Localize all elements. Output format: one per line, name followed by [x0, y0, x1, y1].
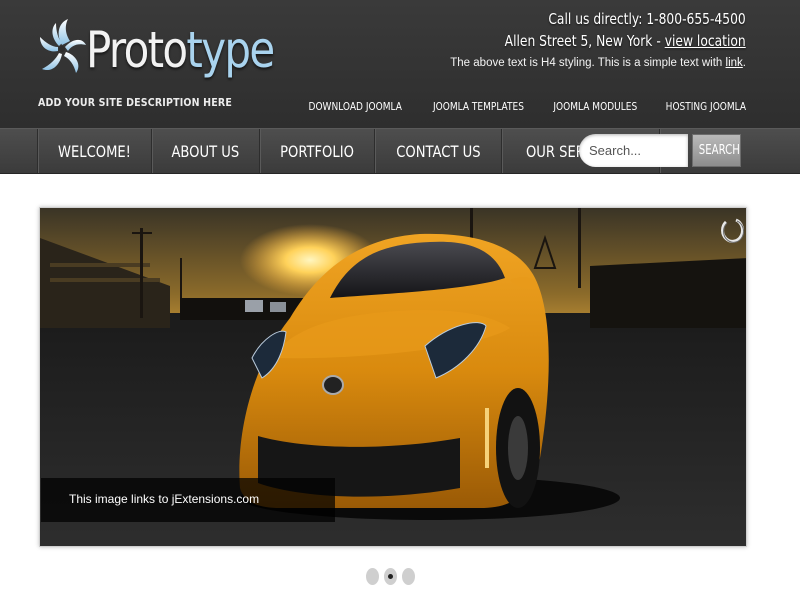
nav-items: WELCOME! ABOUT US PORTFOLIO CONTACT US O… [37, 129, 661, 173]
contact-note: The above text is H4 styling. This is a … [450, 57, 746, 69]
slide-caption-text: This image links to jExtensions.com [69, 492, 260, 506]
nav-item-contact-us[interactable]: CONTACT US [375, 129, 503, 173]
swirl-logo-icon [40, 19, 86, 73]
nav-item-about-us[interactable]: ABOUT US [152, 129, 260, 173]
site-logo[interactable]: Prototype [38, 12, 278, 92]
slider-dot-2[interactable] [384, 568, 397, 585]
view-location-link[interactable]: view location [665, 32, 746, 50]
contact-phone: Call us directly: 1-800-655-4500 [548, 10, 746, 28]
contact-address: Allen Street 5, New York - view location [504, 32, 746, 50]
search-button[interactable]: SEARCH [692, 134, 741, 167]
top-link-hosting-joomla[interactable]: HOSTING JOOMLA [666, 100, 746, 113]
slider-dot-1[interactable] [366, 568, 379, 585]
nav-item-welcome[interactable]: WELCOME! [37, 129, 152, 173]
slider-dot-3[interactable] [402, 568, 415, 585]
slide-caption[interactable]: This image links to jExtensions.com [41, 478, 335, 522]
slider-pagination [366, 568, 415, 585]
top-link-joomla-modules[interactable]: JOOMLA MODULES [553, 100, 637, 113]
site-description: ADD YOUR SITE DESCRIPTION HERE [38, 96, 232, 109]
top-link-joomla-templates[interactable]: JOOMLA TEMPLATES [433, 100, 524, 113]
site-header: Prototype ADD YOUR SITE DESCRIPTION HERE… [0, 0, 800, 128]
nav-item-portfolio[interactable]: PORTFOLIO [260, 129, 375, 173]
simple-text-link[interactable]: link [726, 57, 743, 69]
search-input[interactable] [579, 134, 688, 167]
top-links: DOWNLOAD JOOMLA JOOMLA TEMPLATES JOOMLA … [288, 100, 746, 113]
contact-block: Call us directly: 1-800-655-4500 Allen S… [450, 8, 746, 72]
top-link-download-joomla[interactable]: DOWNLOAD JOOMLA [308, 100, 401, 113]
logo-text: Prototype [86, 21, 275, 79]
slider-loading-icon [721, 218, 744, 243]
